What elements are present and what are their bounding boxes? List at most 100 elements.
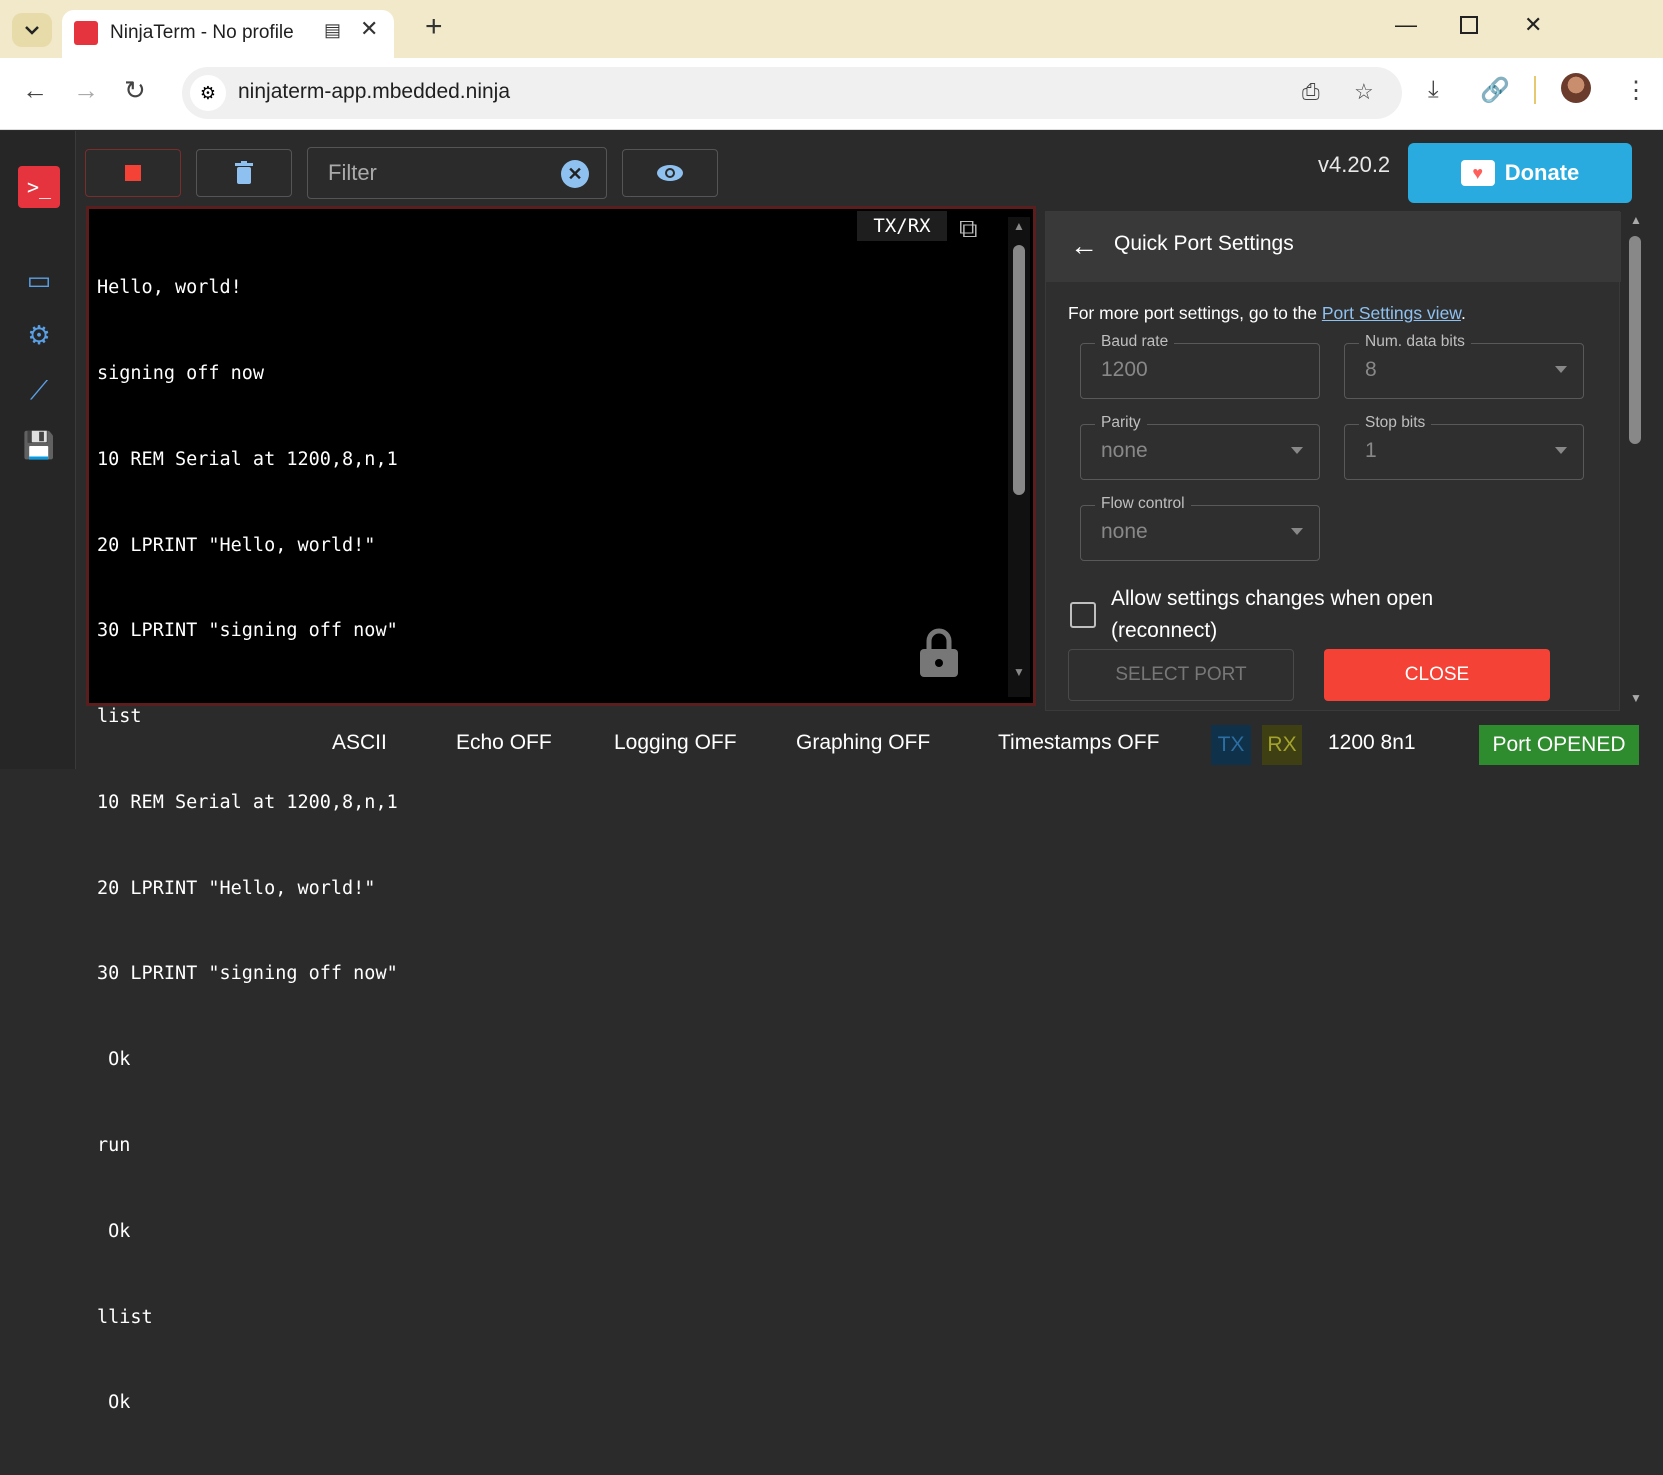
ninjaterm-favicon-icon (74, 21, 98, 45)
allow-changes-checkbox[interactable] (1070, 602, 1096, 628)
terminal-line: 20 LPRINT "Hello, world!" (97, 534, 376, 556)
terminal-line: Ok (97, 1220, 131, 1242)
chevron-down-icon (25, 26, 39, 35)
panel-header: ← Quick Port Settings (1046, 212, 1621, 282)
tab-close-icon[interactable]: ✕ (360, 16, 378, 42)
donate-button[interactable]: ♥ Donate (1408, 143, 1632, 203)
more-menu-icon[interactable]: ⋮ (1624, 76, 1648, 105)
port-state-badge: Port OPENED (1479, 725, 1639, 765)
flow-control-value: none (1101, 520, 1148, 543)
graphing-status[interactable]: Graphing OFF (796, 731, 930, 755)
terminal-line: 30 LPRINT "signing off now" (97, 963, 398, 985)
tab-search-button[interactable] (12, 13, 52, 47)
terminal-pane[interactable]: Hello, world! signing off now 10 REM Ser… (86, 206, 1036, 1413)
terminal-line: 10 REM Serial at 1200,8,n,1 (97, 791, 398, 813)
bookmark-star-icon[interactable]: ☆ (1354, 79, 1374, 105)
rx-indicator: RX (1262, 725, 1302, 765)
ninjaterm-logo-icon: >_ (18, 166, 60, 208)
parity-select[interactable]: Parity none (1080, 414, 1320, 480)
terminal-mode-label: TX/RX (857, 211, 947, 241)
scroll-up-icon[interactable]: ▲ (1630, 213, 1642, 227)
link-icon[interactable]: 🔗 (1480, 76, 1510, 105)
back-arrow-icon[interactable]: ← (22, 75, 48, 106)
tab-title: NinjaTerm - No profile (110, 22, 294, 43)
settings-gear-icon[interactable]: ⚙ (22, 318, 56, 352)
clear-button[interactable] (196, 149, 292, 197)
ninjaterm-app: >_ ▭ ⚙ ⟋ 💾 ✕ v4.20.2 ♥ Donate Hello, wor… (0, 131, 1663, 1413)
copy-icon[interactable]: ⧉ (959, 213, 978, 245)
eye-icon (657, 165, 683, 181)
maximize-icon[interactable] (1460, 16, 1478, 34)
scroll-lock-icon[interactable] (918, 627, 960, 677)
panel-scrollbar[interactable]: ▲ ▼ (1625, 211, 1647, 711)
terminal-line: 30 LPRINT "signing off now" (97, 620, 398, 642)
allow-changes-label[interactable]: Allow settings changes when open (reconn… (1111, 583, 1531, 647)
data-bits-select[interactable]: Num. data bits 8 (1344, 333, 1584, 399)
reading-mode-icon[interactable]: ▤ (324, 20, 341, 41)
parity-label: Parity (1095, 414, 1147, 432)
echo-status[interactable]: Echo OFF (456, 731, 552, 755)
flow-control-label: Flow control (1095, 495, 1191, 513)
clear-filter-icon[interactable]: ✕ (561, 160, 589, 188)
intro-text: For more port settings, go to the (1068, 303, 1322, 323)
tx-indicator: TX (1211, 725, 1251, 765)
download-icon[interactable]: ⤓ (1428, 76, 1439, 104)
terminal-line: Ok (97, 1049, 131, 1071)
forward-arrow-icon[interactable]: → (73, 75, 99, 106)
panel-title: Quick Port Settings (1114, 232, 1294, 255)
terminal-line: 10 REM Serial at 1200,8,n,1 (97, 448, 398, 470)
close-port-button[interactable]: CLOSE (1324, 649, 1550, 701)
timestamps-status[interactable]: Timestamps OFF (998, 731, 1159, 755)
baud-rate-field[interactable]: Baud rate 1200 (1080, 333, 1320, 399)
address-bar[interactable]: ⚙ ninjaterm-app.mbedded.ninja ⎙ ☆ (182, 67, 1402, 119)
status-bar: ASCII Echo OFF Logging OFF Graphing OFF … (76, 721, 1663, 769)
url-text[interactable]: ninjaterm-app.mbedded.ninja (238, 80, 510, 104)
dropdown-arrow-icon (1555, 366, 1567, 373)
parity-value: none (1101, 439, 1148, 462)
reload-icon[interactable]: ↻ (124, 75, 146, 106)
terminal-icon[interactable]: ▭ (22, 263, 56, 297)
filter-field[interactable]: ✕ (307, 147, 607, 199)
scrollbar-thumb[interactable] (1629, 236, 1641, 444)
scroll-up-icon[interactable]: ▲ (1013, 219, 1025, 233)
select-port-button[interactable]: SELECT PORT (1068, 649, 1294, 701)
donate-label: Donate (1504, 160, 1580, 185)
graph-icon[interactable]: ⟋ (22, 373, 56, 407)
site-info-icon[interactable]: ⚙ (190, 75, 226, 111)
baud-rate-value: 1200 (1101, 358, 1148, 381)
browser-tab-bar: NinjaTerm - No profile ▤ ✕ + — ✕ (0, 0, 1663, 58)
intro-end: . (1460, 303, 1466, 323)
filter-input[interactable] (328, 160, 548, 186)
encoding-status[interactable]: ASCII (332, 731, 387, 755)
visibility-button[interactable] (622, 149, 718, 197)
kofi-cup-icon: ♥ (1460, 160, 1495, 186)
new-tab-button[interactable]: + (425, 10, 443, 44)
profile-avatar[interactable] (1561, 73, 1591, 103)
back-arrow-icon[interactable]: ← (1070, 230, 1098, 262)
terminal-scrollbar[interactable]: ▲ ▼ (1008, 217, 1030, 697)
window-close-icon[interactable]: ✕ (1524, 12, 1542, 38)
scrollbar-thumb[interactable] (1013, 245, 1025, 495)
browser-toolbar: ← → ↻ ⚙ ninjaterm-app.mbedded.ninja ⎙ ☆ … (0, 58, 1663, 130)
minimize-icon[interactable]: — (1395, 12, 1417, 38)
serial-config-status: 1200 8n1 (1328, 731, 1416, 754)
flow-control-select[interactable]: Flow control none (1080, 495, 1320, 561)
stop-icon (125, 165, 141, 181)
data-bits-value: 8 (1365, 358, 1377, 381)
save-icon[interactable]: 💾 (22, 428, 56, 462)
install-app-icon[interactable]: ⎙ (1302, 79, 1320, 105)
port-settings-link[interactable]: Port Settings view (1322, 303, 1461, 323)
dropdown-arrow-icon (1291, 447, 1303, 454)
quick-port-settings-panel: ← Quick Port Settings For more port sett… (1045, 211, 1621, 711)
terminal-output: Hello, world! signing off now 10 REM Ser… (97, 217, 398, 1475)
scroll-down-icon[interactable]: ▼ (1013, 665, 1025, 679)
scroll-down-icon[interactable]: ▼ (1630, 691, 1642, 705)
terminal-line: 20 LPRINT "Hello, world!" (97, 877, 376, 899)
data-bits-label: Num. data bits (1359, 333, 1471, 351)
stop-button[interactable] (85, 149, 181, 197)
baud-rate-label: Baud rate (1095, 333, 1175, 351)
stop-bits-select[interactable]: Stop bits 1 (1344, 414, 1584, 480)
toolbar-divider (1534, 76, 1536, 104)
logging-status[interactable]: Logging OFF (614, 731, 737, 755)
browser-tab[interactable]: NinjaTerm - No profile ▤ ✕ (62, 10, 394, 58)
